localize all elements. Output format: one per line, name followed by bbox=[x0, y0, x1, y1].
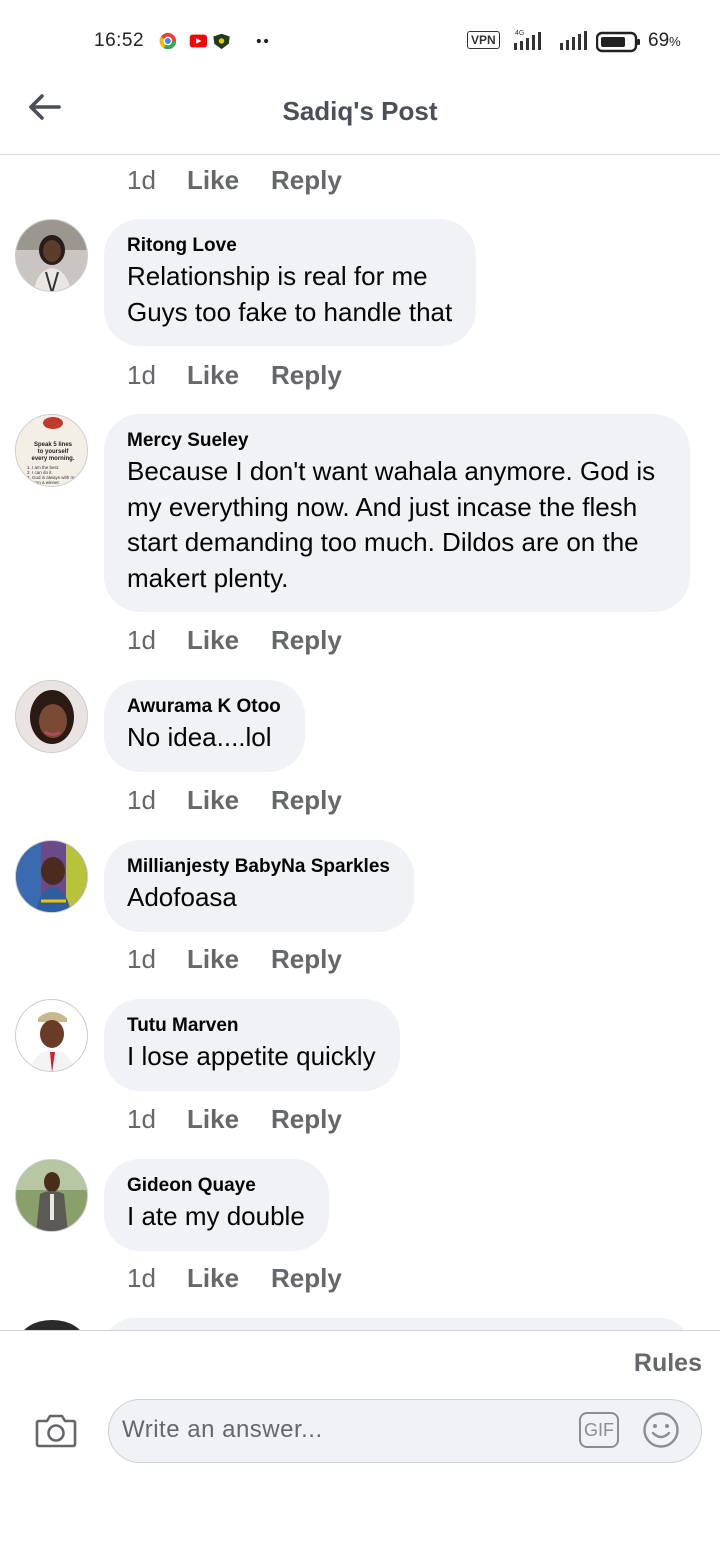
page-title: Sadiq's Post bbox=[282, 96, 438, 126]
reply-button[interactable]: Reply bbox=[271, 165, 342, 196]
youtube-icon bbox=[189, 34, 207, 48]
reply-button[interactable]: Reply bbox=[271, 785, 342, 816]
comment-author[interactable]: Tutu Marven bbox=[127, 1013, 376, 1039]
answer-input[interactable]: Write an answer... GIF bbox=[108, 1399, 702, 1463]
like-button[interactable]: Like bbox=[187, 165, 271, 196]
reply-button[interactable]: Reply bbox=[271, 1104, 342, 1135]
battery-level: 69% bbox=[648, 30, 681, 51]
comment-author[interactable]: Ritong Love bbox=[127, 233, 452, 259]
comment-time: 1d bbox=[127, 624, 156, 655]
shield-app-icon bbox=[213, 33, 230, 50]
like-button[interactable]: Like bbox=[187, 1263, 271, 1294]
avatar[interactable] bbox=[20, 1320, 84, 1330]
composer-footer: Rules Write an answer... GIF bbox=[0, 1330, 720, 1560]
svg-text:Speak 5 lines: Speak 5 lines bbox=[34, 442, 73, 448]
comment-text: Relationship is real for me Guys too fak… bbox=[127, 261, 453, 327]
comment-text: Adofoasa bbox=[127, 882, 237, 912]
like-button[interactable]: Like bbox=[187, 944, 271, 975]
comment-time: 1d bbox=[127, 943, 156, 974]
svg-text:4. I am a winner.: 4. I am a winner. bbox=[27, 480, 60, 485]
comment-text: Because I don't want wahala anymore. God… bbox=[127, 456, 656, 593]
like-button[interactable]: Like bbox=[187, 785, 271, 816]
like-button[interactable]: Like bbox=[187, 360, 271, 391]
comment-bubble: Awurama K Otoo No idea....lol bbox=[104, 680, 305, 772]
comment-author[interactable]: Gideon Quaye bbox=[127, 1173, 305, 1199]
avatar[interactable] bbox=[15, 999, 88, 1072]
comment-time: 1d bbox=[127, 784, 156, 815]
avatar[interactable] bbox=[15, 680, 88, 753]
comment-bubble: Millianjesty BabyNa Sparkles Adofoasa bbox=[104, 840, 414, 932]
avatar[interactable] bbox=[15, 1159, 88, 1232]
reply-button[interactable]: Reply bbox=[271, 944, 342, 975]
comment-actions: 1d Like Reply bbox=[127, 620, 342, 660]
vpn-badge: VPN bbox=[467, 31, 500, 49]
comment-text: I ate my double bbox=[127, 1201, 305, 1231]
comment-actions-top: 1d Like Reply bbox=[127, 160, 342, 200]
avatar[interactable] bbox=[15, 840, 88, 913]
comment-time: 1d bbox=[127, 1262, 156, 1293]
reply-button[interactable]: Reply bbox=[271, 625, 342, 656]
chrome-icon bbox=[159, 32, 177, 50]
svg-text:to yourself: to yourself bbox=[38, 449, 70, 455]
svg-text:every morning.: every morning. bbox=[31, 456, 74, 462]
avatar[interactable]: Speak 5 lines to yourself every morning.… bbox=[15, 414, 88, 487]
comment-time: 1d bbox=[127, 1103, 156, 1134]
svg-text:4G: 4G bbox=[515, 30, 524, 37]
battery-icon bbox=[596, 31, 640, 53]
comment-actions: 1d Like Reply bbox=[127, 355, 342, 395]
more-dots-icon bbox=[256, 38, 269, 44]
comment-actions: 1d Like Reply bbox=[127, 1099, 342, 1139]
post-header: Sadiq's Post bbox=[0, 80, 720, 155]
signal-icon: 4G bbox=[514, 30, 587, 50]
comment-author[interactable]: Mercy Sueley bbox=[127, 428, 666, 454]
comment-author[interactable]: Millianjesty BabyNa Sparkles bbox=[127, 854, 390, 880]
like-button[interactable]: Like bbox=[187, 625, 271, 656]
like-button[interactable]: Like bbox=[187, 1104, 271, 1135]
comment-text: I lose appetite quickly bbox=[127, 1041, 376, 1071]
comment-actions: 1d Like Reply bbox=[127, 1258, 342, 1298]
comment-bubble: Tutu Marven I lose appetite quickly bbox=[104, 999, 400, 1091]
comment-time: 1d bbox=[127, 164, 156, 195]
rules-link[interactable]: Rules bbox=[634, 1349, 702, 1378]
emoji-icon[interactable] bbox=[642, 1411, 680, 1449]
status-time: 16:52 bbox=[94, 30, 145, 51]
comment-bubble: Gideon Quaye I ate my double bbox=[104, 1159, 329, 1251]
comment-bubble: Ritong Love Relationship is real for me … bbox=[104, 219, 477, 346]
comment-author[interactable]: Awurama K Otoo bbox=[127, 694, 281, 720]
comment-bubble bbox=[104, 1318, 690, 1330]
comment-bubble: Mercy Sueley Because I don't want wahala… bbox=[104, 414, 690, 612]
comment-time: 1d bbox=[127, 359, 156, 390]
gif-button[interactable]: GIF bbox=[579, 1412, 619, 1448]
avatar[interactable] bbox=[15, 219, 88, 292]
status-app-icons bbox=[159, 32, 269, 50]
comment-actions: 1d Like Reply bbox=[127, 939, 342, 979]
status-bar: 16:52 VPN 4G 69% bbox=[0, 0, 720, 80]
comment-actions: 1d Like Reply bbox=[127, 780, 342, 820]
comments-feed[interactable]: 1d Like Reply Ritong Love Relationship i… bbox=[0, 156, 720, 1330]
answer-input-placeholder: Write an answer... bbox=[122, 1416, 323, 1443]
comment-text: No idea....lol bbox=[127, 722, 272, 752]
reply-button[interactable]: Reply bbox=[271, 1263, 342, 1294]
camera-icon[interactable] bbox=[35, 1411, 77, 1449]
reply-button[interactable]: Reply bbox=[271, 360, 342, 391]
